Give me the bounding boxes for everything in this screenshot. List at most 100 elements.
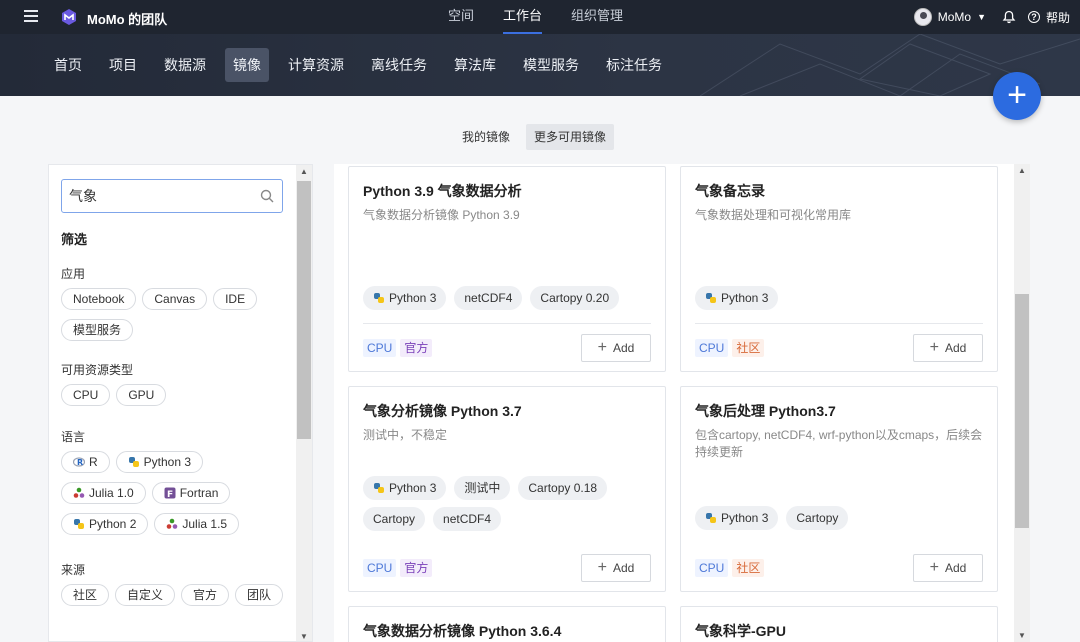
tag: Python 3 [363,476,447,500]
tag: netCDF4 [454,286,523,310]
card-badges: CPU 社区 [695,339,765,357]
python-icon [374,293,384,303]
chip-model-service[interactable]: 模型服务 [61,319,134,341]
chip-julia15[interactable]: Julia 1.5 [154,513,240,535]
add-button[interactable]: + Add [913,554,983,582]
add-button[interactable]: + Add [581,554,651,582]
chip-python3[interactable]: Python 3 [115,451,204,473]
chip-team[interactable]: 团队 [235,584,284,606]
tab-my-images[interactable]: 我的镜像 [454,124,518,150]
chip-canvas[interactable]: Canvas [142,288,208,310]
card-tags: Python 3 Cartopy [695,506,990,530]
image-card[interactable]: 气象后处理 Python3.7 包含cartopy, netCDF4, wrf-… [680,386,998,592]
tag: 测试中 [454,476,511,500]
image-card[interactable]: 气象备忘录 气象数据处理和可视化常用库 Python 3 CPU 社区 + Ad… [680,166,998,372]
chip-official[interactable]: 官方 [181,584,230,606]
tab-more-images[interactable]: 更多可用镜像 [526,124,615,150]
avatar[interactable] [913,8,932,26]
search-input[interactable] [69,186,254,206]
nav-item-projects[interactable]: 项目 [101,48,145,82]
filter-group-title: 可用资源类型 [61,363,134,377]
chip-ide[interactable]: IDE [213,288,258,310]
card-description: 气象数据分析镜像 Python 3.9 [363,208,520,222]
resource-badge: CPU [695,559,729,577]
tag: Python 3 [363,286,447,310]
menu-icon[interactable] [24,10,38,22]
chip-gpu[interactable]: GPU [116,384,167,406]
search-icon[interactable] [260,189,274,203]
nav-item-images[interactable]: 镜像 [225,48,269,82]
source-badge: 社区 [732,559,765,577]
image-card[interactable]: Python 3.9 气象数据分析 气象数据分析镜像 Python 3.9 Py… [348,166,666,372]
card-title[interactable]: 气象分析镜像 Python 3.7 [363,401,522,421]
sidebar-scrollbar[interactable]: ▲ ▼ [296,165,312,641]
tag: Python 3 [695,286,779,310]
scroll-up-icon[interactable]: ▲ [1018,166,1026,175]
card-title[interactable]: 气象科学-GPU [695,621,786,641]
nav-item-offline-tasks[interactable]: 离线任务 [363,48,435,82]
filter-group-language: 语言 R R Python 3 Julia 1.0 F Fortran Pyth… [61,428,291,535]
scroll-up-icon[interactable]: ▲ [300,167,308,176]
card-description: 包含cartopy, netCDF4, wrf-python以及cmaps，后续… [695,428,983,459]
user-name[interactable]: MoMo [938,10,971,24]
tab-workbench[interactable]: 工作台 [503,0,543,34]
filter-group-source: 来源 社区 自定义 官方 团队 [61,561,291,606]
bell-icon[interactable] [1002,10,1016,24]
search-box [61,179,283,213]
scrollbar-thumb[interactable] [297,181,311,439]
chip-notebook[interactable]: Notebook [61,288,137,310]
tag: Python 3 [695,506,779,530]
card-title[interactable]: 气象后处理 Python3.7 [695,401,836,421]
tab-space[interactable]: 空间 [448,0,474,34]
resource-badge: CPU [363,559,397,577]
add-button[interactable]: + Add [581,334,651,362]
nav-item-model-service[interactable]: 模型服务 [515,48,587,82]
r-lang-icon: R [73,457,85,467]
image-card[interactable]: 气象数据分析镜像 Python 3.6.4 [348,606,666,642]
module-nav: 首页 项目 数据源 镜像 计算资源 离线任务 算法库 模型服务 标注任务 [0,34,1080,96]
chip-r[interactable]: R R [61,451,110,473]
chip-julia10[interactable]: Julia 1.0 [61,482,146,504]
chevron-down-icon[interactable]: ▼ [977,12,986,22]
filter-group-title: 语言 [61,430,86,444]
top-nav: 空间 工作台 组织管理 [448,0,652,34]
plus-icon: + [929,559,939,576]
team-name[interactable]: MoMo 的团队 [87,9,167,28]
main-scrollbar[interactable]: ▲ ▼ [1014,164,1030,642]
scroll-down-icon[interactable]: ▼ [300,632,308,641]
chip-cpu[interactable]: CPU [61,384,111,406]
source-badge: 官方 [400,339,433,357]
chip-python2[interactable]: Python 2 [61,513,149,535]
logo-icon [62,9,76,25]
tag: Cartopy [786,506,849,530]
filter-title: 筛选 [61,232,88,247]
create-button[interactable]: + [993,72,1041,120]
card-title[interactable]: 气象数据分析镜像 Python 3.6.4 [363,621,561,641]
nav-item-datasources[interactable]: 数据源 [156,48,214,82]
card-title[interactable]: Python 3.9 气象数据分析 [363,181,522,201]
tab-org-management[interactable]: 组织管理 [571,0,623,34]
help-icon[interactable]: ? [1027,11,1040,23]
scroll-down-icon[interactable]: ▼ [1018,631,1026,640]
nav-item-home[interactable]: 首页 [46,48,90,82]
add-button[interactable]: + Add [913,334,983,362]
nav-item-labeling[interactable]: 标注任务 [598,48,670,82]
nav-item-compute[interactable]: 计算资源 [280,48,352,82]
help-link[interactable]: 帮助 [1046,9,1070,26]
chip-community[interactable]: 社区 [61,584,110,606]
chip-fortran[interactable]: F Fortran [151,482,231,504]
image-card[interactable]: 气象分析镜像 Python 3.7 测试中，不稳定 Python 3 测试中 C… [348,386,666,592]
chip-custom[interactable]: 自定义 [115,584,176,606]
julia-icon [167,518,178,529]
source-badge: 官方 [400,559,433,577]
resource-badge: CPU [363,339,397,357]
filter-sidebar: 筛选 应用 Notebook Canvas IDE 模型服务 可用资源类型 CP… [48,164,313,642]
svg-text:R: R [77,458,83,467]
nav-item-algorithms[interactable]: 算法库 [446,48,504,82]
card-title[interactable]: 气象备忘录 [695,181,765,201]
python-icon [706,513,716,523]
image-card[interactable]: 气象科学-GPU [680,606,998,642]
image-tabs: 我的镜像 更多可用镜像 [454,124,615,150]
python-icon [706,293,716,303]
scrollbar-thumb[interactable] [1015,294,1029,528]
